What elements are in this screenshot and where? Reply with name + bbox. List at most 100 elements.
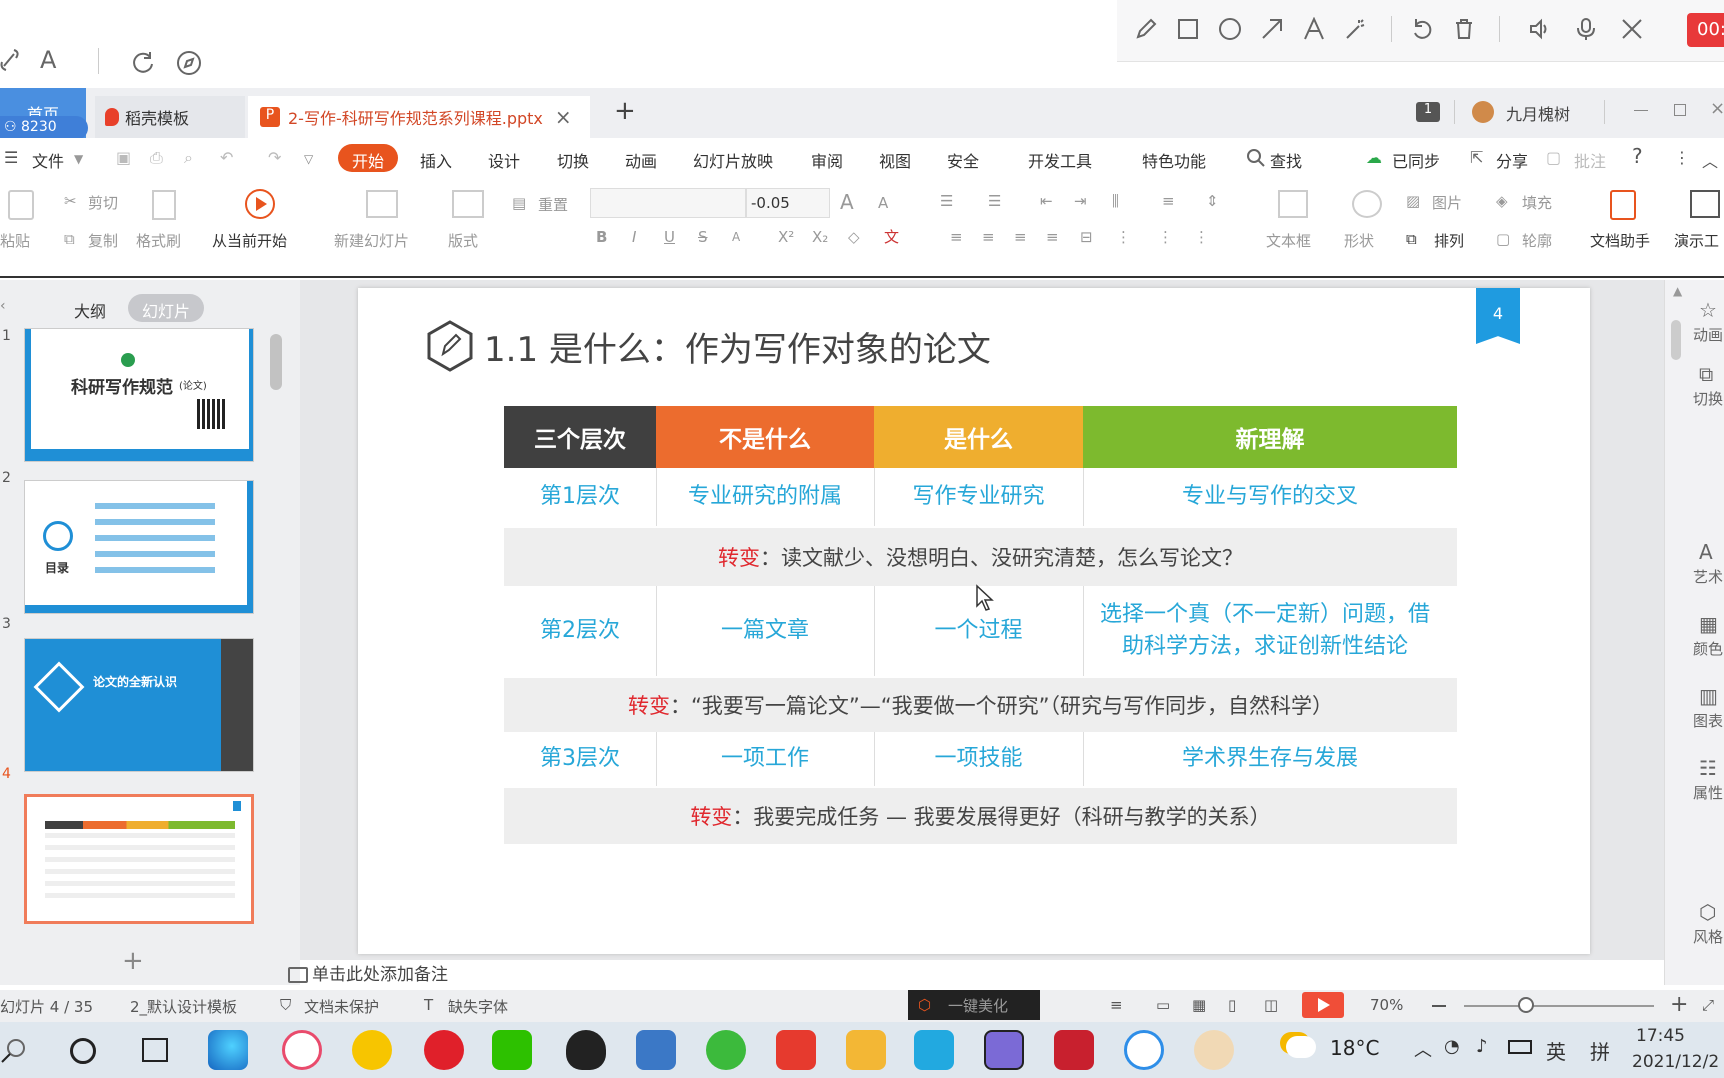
font-name-select[interactable] — [590, 188, 746, 218]
menu-transition[interactable]: 切换 — [557, 148, 589, 172]
arrow-icon[interactable] — [1257, 14, 1287, 44]
wechat-icon[interactable] — [492, 1030, 532, 1070]
player-icon[interactable] — [914, 1030, 954, 1070]
presentation-tools-button[interactable]: 演示工 — [1674, 230, 1719, 251]
new-tab-icon[interactable]: + — [614, 96, 636, 126]
normal-view-icon[interactable]: ▭ — [1156, 996, 1170, 1014]
preview-icon[interactable]: ⌕ — [184, 148, 193, 168]
canvas-scrollbar[interactable] — [1671, 320, 1681, 360]
paste-icon[interactable] — [8, 190, 34, 220]
menu-design[interactable]: 设计 — [488, 148, 520, 172]
distribute-icon[interactable]: ⊟ — [1080, 228, 1093, 246]
cut-label[interactable]: 剪切 — [88, 192, 118, 213]
volume-icon[interactable]: ♪ — [1476, 1036, 1488, 1057]
refresh-icon[interactable] — [130, 50, 156, 76]
columns-icon[interactable]: ⋮ — [1116, 228, 1131, 246]
app-icon[interactable] — [1194, 1030, 1234, 1070]
format-painter-label[interactable]: 格式刷 — [136, 230, 181, 251]
pen-icon[interactable] — [1131, 14, 1161, 44]
search-icon[interactable] — [1246, 148, 1266, 168]
doc-assistant-button[interactable]: 文档助手 — [1590, 230, 1650, 251]
trash-icon[interactable] — [1449, 14, 1479, 44]
fill-button[interactable]: 填充 — [1522, 192, 1552, 213]
presentation-tools-icon[interactable] — [1690, 190, 1720, 218]
color-icon[interactable]: ▦ — [1699, 612, 1718, 636]
search-icon[interactable] — [0, 1036, 28, 1064]
collapse-panel-icon[interactable]: ‹ — [0, 298, 6, 314]
panel-scrollbar[interactable] — [270, 334, 282, 390]
color-pane-label[interactable]: 颜色 — [1693, 638, 1723, 659]
italic-icon[interactable]: I — [632, 228, 636, 246]
zoom-in-icon[interactable]: + — [1670, 992, 1688, 1017]
ime-english[interactable]: 英 — [1546, 1036, 1566, 1065]
menu-animation[interactable]: 动画 — [625, 148, 657, 172]
numbered-list-icon[interactable]: ☰ — [988, 192, 1001, 210]
restore-icon[interactable] — [1674, 104, 1686, 116]
save-icon[interactable]: ▣ — [116, 148, 131, 167]
add-slide-icon[interactable]: + — [122, 946, 144, 976]
zoom-out-icon[interactable] — [1432, 1005, 1446, 1007]
user-name[interactable]: 九月槐树 — [1506, 101, 1570, 125]
edge-icon[interactable] — [208, 1030, 248, 1070]
fit-window-icon[interactable]: ⤢ — [1702, 996, 1714, 1014]
doc-assistant-icon[interactable] — [1610, 190, 1636, 220]
align-left-icon[interactable]: ≡ — [950, 228, 963, 246]
cloud-sync-icon[interactable]: ☁ — [1366, 148, 1382, 167]
font-size-select[interactable]: -0.05 — [746, 188, 830, 218]
copy-label[interactable]: 复制 — [88, 230, 118, 251]
sorter-view-icon[interactable]: ▦ — [1192, 996, 1206, 1014]
indent-decrease-icon[interactable]: ⇤ — [1040, 192, 1053, 210]
align-center-icon[interactable]: ≡ — [982, 228, 995, 246]
chart-pane-label[interactable]: 图表 — [1693, 710, 1723, 731]
indent-increase-icon[interactable]: ⇥ — [1074, 192, 1087, 210]
slide-thumbnail-1[interactable]: 科研写作规范 (论文) — [24, 328, 254, 462]
avatar[interactable] — [1472, 101, 1494, 123]
customize-icon[interactable]: ▽ — [304, 152, 313, 166]
help-icon[interactable]: ? — [1632, 144, 1643, 168]
format-painter-icon[interactable] — [152, 190, 176, 220]
superscript-icon[interactable]: X² — [778, 228, 794, 246]
justify-icon[interactable]: ≡ — [1046, 228, 1059, 246]
eraser-icon[interactable]: ◇ — [848, 228, 860, 246]
animation-pane-label[interactable]: 动画 — [1693, 324, 1723, 345]
chevron-down-icon[interactable]: ▼ — [74, 152, 83, 166]
slide-thumbnail-3[interactable]: 论文的全新认识 — [24, 638, 254, 772]
microphone-icon[interactable] — [1571, 14, 1601, 44]
text-icon[interactable] — [1299, 14, 1329, 44]
slide-thumbnail-2[interactable]: 目录 — [24, 480, 254, 614]
more-icon[interactable]: ⋮ — [1674, 148, 1690, 167]
music-icon[interactable] — [352, 1030, 392, 1070]
window-close-icon[interactable]: × — [1710, 98, 1724, 119]
minimize-icon[interactable] — [1634, 110, 1648, 111]
arrange-icon[interactable]: ⧉ — [1406, 230, 1417, 248]
clock-date[interactable]: 2021/12/2 — [1632, 1052, 1719, 1072]
textbox-button[interactable]: 文本框 — [1266, 230, 1311, 251]
style-pane-label[interactable]: 风格 — [1693, 926, 1723, 947]
netease-music-icon[interactable] — [424, 1030, 464, 1070]
menu-slideshow[interactable]: 幻灯片放映 — [693, 148, 773, 172]
textbox-icon[interactable] — [1278, 190, 1308, 218]
shape-icon[interactable] — [1352, 190, 1382, 218]
print-icon[interactable]: ⎙ — [150, 148, 163, 168]
properties-icon[interactable]: ☷ — [1699, 756, 1717, 780]
decrease-font-icon[interactable]: A — [878, 194, 888, 212]
paste-label[interactable]: 粘贴 — [0, 230, 30, 251]
cortana-icon[interactable] — [70, 1038, 96, 1064]
transition-pane-label[interactable]: 切换 — [1693, 388, 1723, 409]
align-right-icon[interactable]: ≡ — [1014, 228, 1027, 246]
menu-share[interactable]: 分享 — [1496, 148, 1528, 172]
new-slide-icon[interactable] — [366, 190, 398, 218]
menu-view[interactable]: 视图 — [879, 148, 911, 172]
speaker-icon[interactable] — [1525, 14, 1555, 44]
redo-icon[interactable]: ↷ — [268, 148, 281, 167]
hamburger-icon[interactable]: ☰ — [4, 148, 18, 167]
undo-icon[interactable]: ↶ — [220, 148, 233, 167]
line-spacing-icon[interactable]: ≡ — [1162, 192, 1175, 210]
menu-review[interactable]: 审阅 — [811, 148, 843, 172]
qq-icon[interactable] — [566, 1030, 606, 1070]
weather-temp[interactable]: 18°C — [1330, 1036, 1379, 1060]
sync-status[interactable]: 已同步 — [1392, 148, 1440, 172]
smartart-icon[interactable]: ⋮ — [1194, 228, 1209, 246]
wifi-icon[interactable]: ◔ — [1444, 1036, 1460, 1057]
zoom-slider-handle[interactable] — [1518, 997, 1534, 1013]
